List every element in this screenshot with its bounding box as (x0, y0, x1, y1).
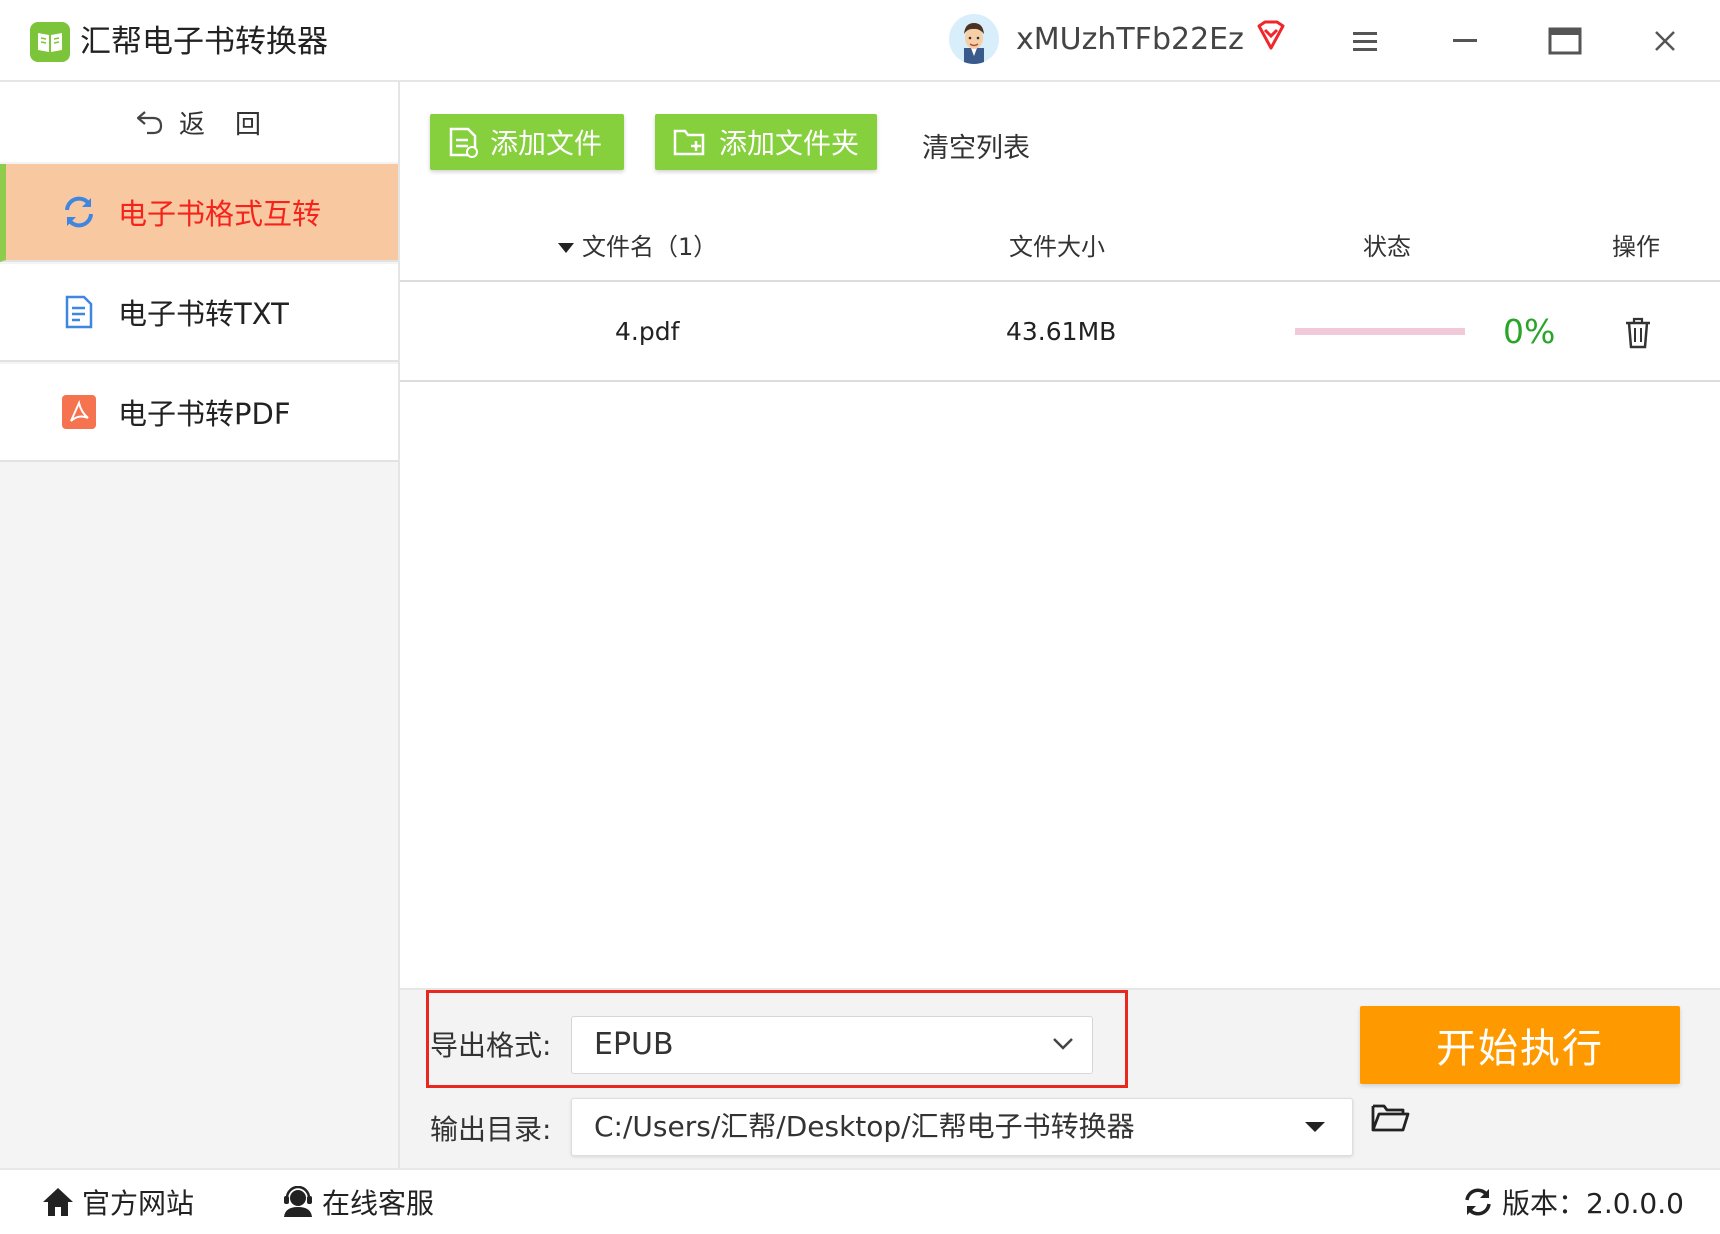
app-logo-icon (30, 22, 70, 62)
add-file-label: 添加文件 (490, 127, 603, 160)
chevron-down-icon (1053, 1038, 1073, 1050)
export-format-value: EPUB (594, 1027, 674, 1062)
export-format-label: 导出格式: (430, 1029, 552, 1062)
progress-percent: 0% (1503, 312, 1556, 351)
column-header-name-label: 文件名（1） (582, 233, 718, 261)
export-format-select[interactable]: EPUB (571, 1016, 1093, 1074)
minimize-icon[interactable] (1440, 16, 1490, 66)
sort-down-icon (558, 243, 574, 253)
avatar[interactable] (949, 14, 999, 64)
sidebar-item-to-txt[interactable]: 电子书转TXT (0, 264, 398, 362)
maximize-icon[interactable] (1540, 16, 1590, 66)
sidebar-item-label: 电子书转PDF (118, 397, 291, 431)
back-button[interactable]: 返 回 (0, 82, 398, 162)
add-folder-icon (673, 129, 705, 156)
sidebar-item-label: 电子书转TXT (118, 297, 289, 331)
app-window: 汇帮电子书转换器 xMUzhTFb22Ez 返 回 电子书格式互转 电子书转TX… (0, 0, 1720, 1234)
online-support-label: 在线客服 (322, 1187, 435, 1220)
main-panel: 添加文件 添加文件夹 清空列表 文件名（1） 文件大小 状态 操作 4.pdf … (400, 82, 1720, 988)
back-arrow-icon (136, 111, 163, 135)
home-icon (40, 1184, 76, 1220)
column-header-status: 状态 (1363, 233, 1411, 261)
add-folder-label: 添加文件夹 (719, 127, 860, 160)
start-button[interactable]: 开始执行 (1360, 1006, 1680, 1084)
column-header-name[interactable]: 文件名（1） (558, 212, 717, 282)
output-dir-label: 输出目录: (430, 1113, 552, 1146)
title-bar: 汇帮电子书转换器 xMUzhTFb22Ez (0, 0, 1720, 82)
settings-panel: 导出格式: EPUB 输出目录: C:/Users/汇帮/Desktop/汇帮电… (400, 988, 1720, 1168)
sidebar-item-label: 电子书格式互转 (118, 197, 322, 231)
version-info[interactable]: 版本：2.0.0.0 (1460, 1182, 1684, 1222)
table-row[interactable]: 4.pdf 43.61MB 0% (400, 282, 1720, 382)
progress-bar (1295, 328, 1465, 335)
dropdown-arrow-icon (1305, 1122, 1325, 1132)
file-size-cell: 43.61MB (1006, 317, 1117, 346)
delete-icon[interactable] (1622, 316, 1654, 350)
online-support-link[interactable]: 在线客服 (280, 1182, 434, 1222)
version-label: 版本：2.0.0.0 (1502, 1187, 1684, 1220)
document-icon (60, 293, 98, 331)
menu-icon[interactable] (1340, 16, 1390, 66)
open-folder-icon[interactable] (1370, 1100, 1414, 1140)
footer: 官方网站 在线客服 版本：2.0.0.0 (0, 1168, 1720, 1234)
update-icon (1460, 1184, 1496, 1220)
add-file-icon (449, 127, 478, 158)
sidebar: 返 回 电子书格式互转 电子书转TXT 电子书转PDF (0, 82, 400, 1168)
vip-diamond-icon[interactable] (1253, 18, 1289, 54)
official-website-link[interactable]: 官方网站 (40, 1182, 194, 1222)
clear-list-button[interactable]: 清空列表 (922, 126, 1030, 165)
column-header-action: 操作 (1612, 233, 1660, 261)
back-label: 返 回 (178, 109, 263, 140)
add-file-button[interactable]: 添加文件 (430, 114, 624, 170)
file-name-cell: 4.pdf (615, 317, 680, 346)
add-folder-button[interactable]: 添加文件夹 (655, 114, 877, 170)
sidebar-item-to-pdf[interactable]: 电子书转PDF (0, 364, 398, 462)
pdf-icon (60, 393, 98, 431)
refresh-icon (60, 193, 98, 231)
output-dir-value: C:/Users/汇帮/Desktop/汇帮电子书转换器 (594, 1110, 1135, 1143)
app-title: 汇帮电子书转换器 (80, 24, 328, 60)
table-header: 文件名（1） 文件大小 状态 操作 (400, 212, 1720, 282)
official-website-label: 官方网站 (82, 1187, 195, 1220)
column-header-size: 文件大小 (1009, 233, 1105, 261)
sidebar-item-format-convert[interactable]: 电子书格式互转 (0, 164, 398, 262)
output-dir-select[interactable]: C:/Users/汇帮/Desktop/汇帮电子书转换器 (571, 1098, 1353, 1156)
username: xMUzhTFb22Ez (1016, 22, 1244, 57)
close-icon[interactable] (1640, 16, 1690, 66)
support-agent-icon (280, 1184, 316, 1220)
